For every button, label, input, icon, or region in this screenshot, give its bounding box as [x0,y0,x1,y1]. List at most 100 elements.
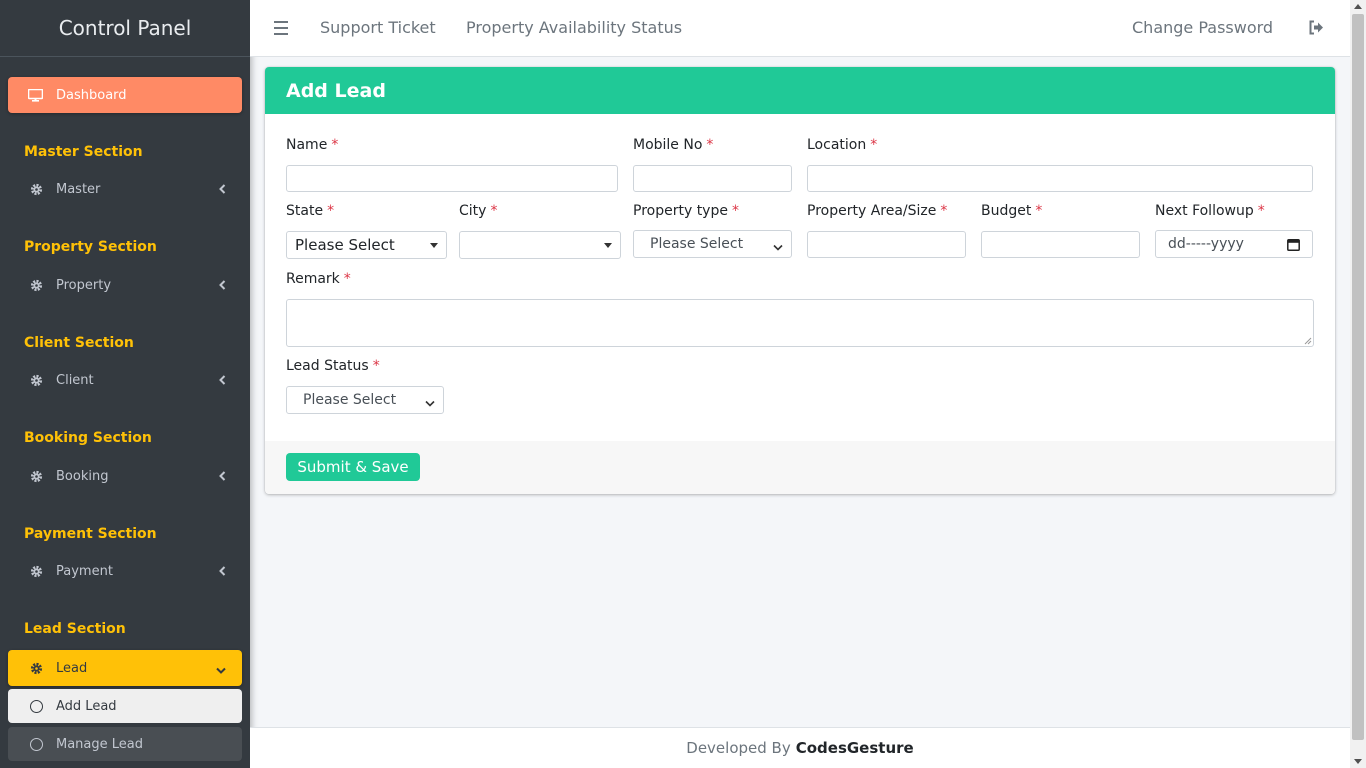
nav-link-support-ticket[interactable]: Support Ticket [320,18,436,37]
sidebar-subitem-add-lead[interactable]: Add Lead [8,689,242,723]
state-select[interactable]: Please Select [286,231,447,259]
property-area-label: Property Area/Size * [807,203,947,219]
lead-status-select-value: Please Select [303,392,397,408]
required-mark: * [327,203,335,219]
scroll-up-arrow-icon[interactable] [1354,4,1362,9]
label-text: City [459,203,487,219]
sidebar-item-label: Master [56,181,101,197]
section-header-lead: Lead Section [24,621,126,637]
sidebar-item-label: Dashboard [56,87,127,103]
required-mark: * [940,203,948,219]
name-field[interactable] [286,165,618,192]
state-label: State * [286,203,334,219]
location-label: Location * [807,137,877,153]
label-text: Property Area/Size [807,203,937,219]
required-mark: * [490,203,498,219]
section-header-master: Master Section [24,144,143,160]
resize-handle-icon[interactable] [1304,337,1312,345]
property-area-field[interactable] [807,231,966,258]
sidebar-item-master[interactable]: Master [8,171,242,207]
required-mark: * [1257,203,1265,219]
circle-icon [30,737,43,751]
remark-label: Remark * [286,271,351,287]
logout-icon[interactable] [1308,20,1324,39]
required-mark: * [731,203,739,219]
footer-prefix: Developed By [686,739,791,757]
scrollbar-thumb[interactable] [1352,14,1364,740]
chevron-down-icon [216,663,226,678]
section-header-property: Property Section [24,239,157,255]
brand-title[interactable]: Control Panel [0,0,250,57]
budget-label: Budget * [981,203,1042,219]
label-text: Lead Status [286,358,369,374]
section-header-booking: Booking Section [24,430,152,446]
card-footer [265,441,1335,494]
label-text: Mobile No [633,137,703,153]
nav-link-property-availability[interactable]: Property Availability Status [466,18,682,37]
date-placeholder: dd-----yyyy [1168,236,1244,252]
page-footer: Developed By CodesGesture [250,727,1350,768]
lead-status-label: Lead Status * [286,358,380,374]
caret-down-icon [430,243,438,248]
gear-icon [30,183,44,196]
label-text: Remark [286,271,340,287]
gear-icon [30,374,44,387]
gear-icon [30,279,44,292]
section-header-client: Client Section [24,335,134,351]
monitor-icon [28,88,44,102]
menu-toggle-icon[interactable] [274,21,288,39]
budget-field[interactable] [981,231,1140,258]
mobile-field[interactable] [633,165,792,192]
sidebar-item-payment[interactable]: Payment [8,553,242,589]
property-type-label: Property type * [633,203,739,219]
card-title: Add Lead [265,67,1335,114]
location-field[interactable] [807,165,1313,192]
gear-icon [30,470,44,483]
sidebar-subitem-manage-lead[interactable]: Manage Lead [8,727,242,761]
lead-status-select[interactable]: Please Select [286,386,444,414]
required-mark: * [706,137,714,153]
vertical-scrollbar[interactable] [1350,0,1366,768]
chevron-left-icon [219,279,226,294]
label-text: State [286,203,324,219]
gear-icon [30,565,44,578]
label-text: Budget [981,203,1032,219]
name-label: Name * [286,137,338,153]
required-mark: * [870,137,878,153]
required-mark: * [1035,203,1043,219]
circle-icon [30,699,43,713]
sidebar-item-property[interactable]: Property [8,267,242,303]
required-mark: * [372,358,380,374]
label-text: Name [286,137,328,153]
sidebar-item-client[interactable]: Client [8,362,242,398]
scroll-down-arrow-icon[interactable] [1354,759,1362,764]
chevron-down-icon [425,395,435,411]
property-type-select[interactable]: Please Select [633,230,792,258]
add-lead-card: Add Lead Name * Mobile No * Location * Stat… [265,67,1335,494]
chevron-left-icon [219,470,226,485]
nav-link-change-password[interactable]: Change Password [1132,18,1273,37]
required-mark: * [331,137,339,153]
next-followup-date-field[interactable]: dd-----yyyy [1155,230,1313,258]
submit-save-button[interactable]: Submit & Save [286,453,420,481]
city-select[interactable] [459,231,621,259]
sidebar-item-label: Payment [56,563,113,579]
label-text: Location [807,137,867,153]
next-followup-label: Next Followup * [1155,203,1265,219]
sidebar-item-lead[interactable]: Lead [8,650,242,686]
chevron-left-icon [219,183,226,198]
chevron-left-icon [219,374,226,389]
section-header-payment: Payment Section [24,526,157,542]
sidebar-item-booking[interactable]: Booking [8,458,242,494]
property-type-select-value: Please Select [650,236,744,252]
chevron-down-icon [773,239,783,255]
sidebar-item-label: Lead [56,660,88,676]
sidebar-item-label: Property [56,277,112,293]
mobile-label: Mobile No * [633,137,713,153]
sidebar-subitem-label: Add Lead [56,698,117,714]
sidebar-item-dashboard[interactable]: Dashboard [8,77,242,113]
top-navbar: Support Ticket Property Availability Sta… [250,0,1350,57]
chevron-left-icon [219,565,226,580]
remark-textarea[interactable] [286,299,1314,347]
calendar-icon[interactable] [1287,238,1300,255]
